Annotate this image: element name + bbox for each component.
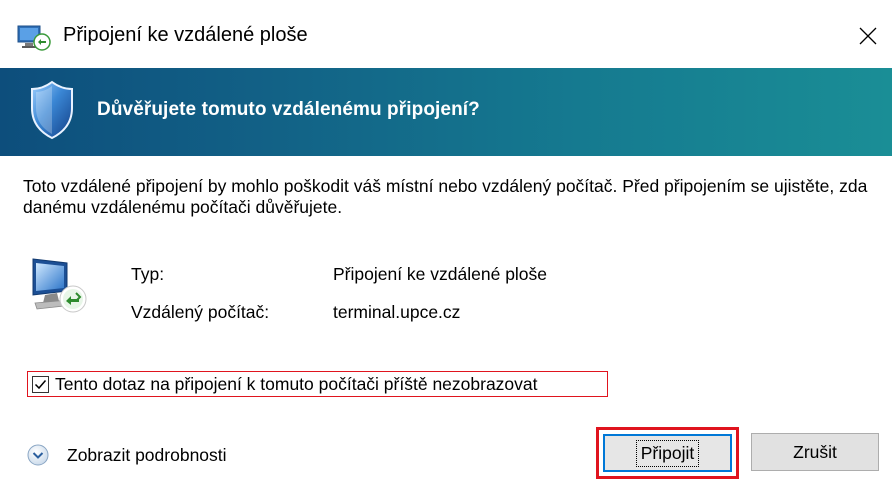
dont-ask-again-checkbox[interactable] <box>32 375 49 393</box>
remote-desktop-icon <box>17 25 51 51</box>
chevron-down-circle-icon <box>27 444 49 466</box>
show-details-toggle[interactable]: Zobrazit podrobnosti <box>27 444 227 466</box>
type-value: Připojení ke vzdálené ploše <box>333 264 548 284</box>
dont-ask-again-label: Tento dotaz na připojení k tomuto počíta… <box>55 373 538 394</box>
shield-icon <box>31 80 73 140</box>
type-label: Typ: <box>131 264 165 284</box>
warning-text: Toto vzdálené připojení by mohlo poškodi… <box>23 176 868 217</box>
remote-computer-value: terminal.upce.cz <box>333 302 461 322</box>
close-button[interactable] <box>844 14 892 58</box>
title-bar: Připojení ke vzdálené ploše <box>0 0 892 68</box>
show-details-label: Zobrazit podrobnosti <box>67 444 227 465</box>
window-title: Připojení ke vzdálené ploše <box>63 24 308 46</box>
connect-button-label: Připojit <box>635 439 700 467</box>
dialog-content: Toto vzdálené připojení by mohlo poškodi… <box>0 156 892 488</box>
remote-computer-label: Vzdálený počítač: <box>131 302 270 322</box>
checkmark-icon <box>34 379 47 389</box>
header-banner: Důvěřujete tomuto vzdálenému připojení? <box>0 68 892 156</box>
connect-button[interactable]: Připojit <box>603 434 732 472</box>
remote-computer-icon <box>32 258 87 313</box>
banner-title: Důvěřujete tomuto vzdálenému připojení? <box>97 99 480 120</box>
cancel-button-label: Zrušit <box>793 441 837 462</box>
dont-ask-again-option[interactable]: Tento dotaz na připojení k tomuto počíta… <box>27 371 608 397</box>
cancel-button[interactable]: Zrušit <box>751 433 879 471</box>
connect-button-highlight: Připojit <box>596 427 739 479</box>
close-icon <box>859 27 877 45</box>
